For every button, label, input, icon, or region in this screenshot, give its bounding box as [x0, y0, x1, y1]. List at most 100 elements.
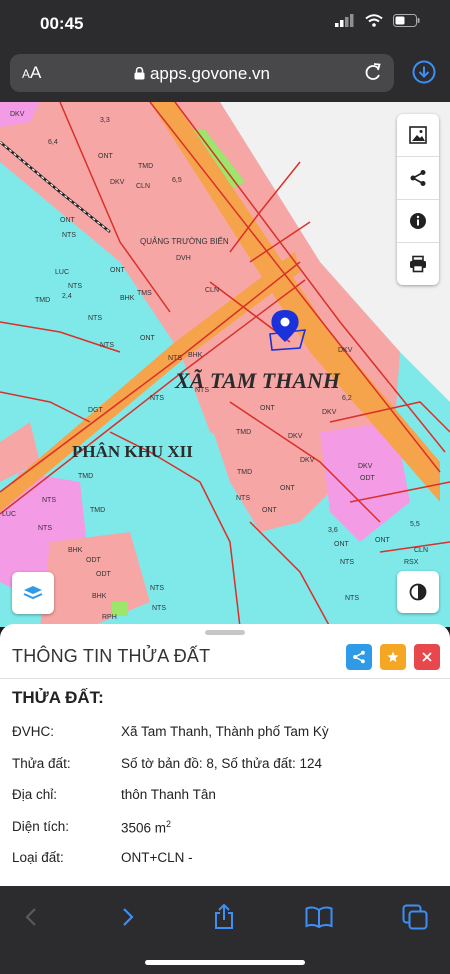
reload-button[interactable]	[364, 62, 382, 87]
panel-favorite-button[interactable]	[380, 644, 406, 670]
book-icon	[305, 906, 333, 928]
info-value: 3506 m2	[121, 819, 171, 836]
map-share-button[interactable]	[397, 157, 439, 200]
panel-close-button[interactable]	[414, 644, 440, 670]
map-code: CLN	[136, 183, 150, 190]
map-code: DKV	[358, 463, 373, 470]
downloads-button[interactable]	[412, 60, 436, 89]
panel-share-button[interactable]	[346, 644, 372, 670]
map-print-button[interactable]	[397, 243, 439, 285]
signal-icon	[335, 14, 354, 27]
map-code: BHK	[68, 547, 83, 554]
map-code: NTS	[345, 595, 359, 602]
panel-divider	[0, 678, 450, 679]
section-title: THỬA ĐẤT:	[12, 688, 104, 707]
map-code: 6,2	[342, 395, 352, 402]
map-code: TMD	[35, 297, 50, 304]
info-row-parcel: Thửa đất: Số tờ bản đồ: 8, Số thửa đất: …	[12, 756, 442, 776]
map-canvas[interactable]: XÃ TAM THANH PHÂN KHU XII QUẢNG TRƯỜNG B…	[0, 102, 450, 627]
info-value: Số tờ bản đồ: 8, Số thửa đất: 124	[121, 756, 323, 771]
map-code: BHK	[120, 295, 135, 302]
map-code: LUC	[2, 511, 16, 518]
browser-url-area: AA apps.govone.vn	[0, 48, 450, 102]
map-code: 5,5	[410, 521, 420, 528]
back-button[interactable]	[16, 902, 46, 932]
forward-button[interactable]	[113, 902, 143, 932]
info-icon	[410, 213, 426, 229]
map-code: DKV	[338, 347, 353, 354]
info-label: Diện tích:	[12, 819, 70, 834]
map-code: TMD	[78, 473, 93, 480]
bookmarks-button[interactable]	[304, 902, 334, 932]
map-code: TMD	[237, 469, 252, 476]
map-code: 6,5	[172, 177, 182, 184]
map-code: BHK	[92, 593, 107, 600]
address-bar[interactable]: AA apps.govone.vn	[10, 54, 394, 92]
map-code: BHK	[188, 352, 203, 359]
info-value: thôn Thanh Tân	[121, 787, 216, 802]
map-code: NTS	[340, 559, 354, 566]
map-code: DGT	[88, 407, 104, 414]
map-code: NTS	[168, 355, 182, 362]
map-code: 2,4	[62, 293, 72, 300]
map-code: 6,4	[48, 139, 58, 146]
map-code: NTS	[150, 395, 164, 402]
lock-icon	[134, 66, 145, 80]
status-bar: 00:45	[0, 0, 450, 48]
map-code: LUC	[55, 269, 69, 276]
map-code: DKV	[300, 457, 315, 464]
map-code: CLN	[414, 547, 428, 554]
share-icon	[353, 650, 365, 664]
chevron-right-icon	[123, 908, 134, 926]
map-code: ONT	[334, 541, 350, 548]
map-code: CLN	[205, 287, 219, 294]
map-code: NTS	[38, 525, 52, 532]
panel-drag-handle[interactable]	[205, 630, 245, 635]
map-code: NTS	[150, 585, 164, 592]
share-page-button[interactable]	[209, 902, 239, 932]
map-code: DVH	[176, 255, 191, 262]
map-code: ONT	[110, 267, 126, 274]
map-code: DKV	[288, 433, 303, 440]
tabs-button[interactable]	[400, 902, 430, 932]
info-label: Loại đất:	[12, 850, 64, 865]
map-code: DKV	[110, 179, 125, 186]
tabs-icon	[402, 904, 428, 930]
map-code: NTS	[42, 497, 56, 504]
info-row-dvhc: ĐVHC: Xã Tam Thanh, Thành phố Tam Kỳ	[12, 724, 442, 744]
map-image-button[interactable]	[397, 114, 439, 157]
info-value: Xã Tam Thanh, Thành phố Tam Kỳ	[121, 724, 329, 739]
map-code: NTS	[152, 605, 166, 612]
map-road-label: QUẢNG TRƯỜNG BIỂN	[140, 237, 229, 246]
map-code: ONT	[375, 537, 391, 544]
info-row-area: Diện tích: 3506 m2	[12, 819, 442, 839]
map-view[interactable]: XÃ TAM THANH PHÂN KHU XII QUẢNG TRƯỜNG B…	[0, 102, 450, 627]
image-icon	[409, 126, 427, 144]
map-code: DKV	[322, 409, 337, 416]
map-code: RPH	[102, 614, 117, 621]
close-icon	[422, 652, 432, 662]
info-label: Địa chỉ:	[12, 787, 58, 802]
map-code: NTS	[100, 342, 114, 349]
map-code: ODT	[360, 475, 376, 482]
panel-actions	[346, 644, 440, 670]
map-info-button[interactable]	[397, 200, 439, 243]
contrast-button[interactable]	[397, 571, 439, 613]
chevron-left-icon	[25, 908, 36, 926]
map-code: TMD	[90, 507, 105, 514]
map-code: ONT	[262, 507, 278, 514]
info-value: ONT+CLN -	[121, 850, 193, 865]
share-icon	[410, 170, 426, 186]
map-code: RSX	[404, 559, 419, 566]
panel-title: THÔNG TIN THỬA ĐẤT	[12, 646, 211, 666]
map-code: DKV	[10, 111, 25, 118]
area-unit-sup: 2	[166, 819, 172, 829]
contrast-icon	[409, 583, 427, 601]
url-text: apps.govone.vn	[10, 64, 394, 84]
map-code: TMD	[138, 163, 153, 170]
battery-icon	[393, 14, 420, 27]
info-row-land-type: Loại đất: ONT+CLN -	[12, 850, 442, 870]
layers-button[interactable]	[12, 572, 54, 614]
info-label: ĐVHC:	[12, 724, 55, 739]
map-code: ONT	[98, 153, 114, 160]
